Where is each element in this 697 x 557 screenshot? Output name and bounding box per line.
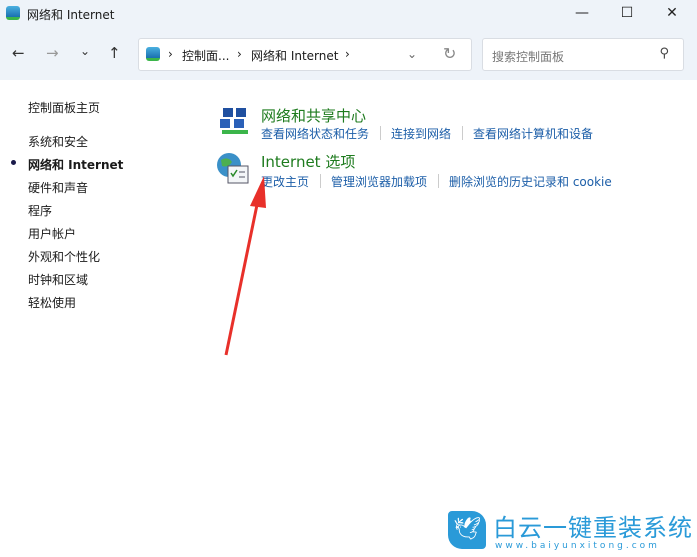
watermark-url: www.baiyunxitong.com (495, 541, 660, 551)
control-panel-icon (146, 47, 160, 61)
sidebar-item-ease-of-access[interactable]: 轻松使用 (28, 294, 76, 311)
sidebar-item-user-accounts[interactable]: 用户帐户 (28, 225, 76, 242)
window-title: 网络和 Internet (27, 8, 115, 22)
breadcrumb-control-panel[interactable]: 控制面... (182, 47, 229, 64)
link-view-network-status[interactable]: 查看网络状态和任务 (261, 125, 369, 142)
sidebar-item-appearance[interactable]: 外观和个性化 (28, 248, 100, 265)
watermark-logo: 🕊 白云一键重装系统 www.baiyunxitong.com (445, 508, 693, 556)
divider (320, 174, 321, 188)
navigation-bar: ← → ⌄ ↑ › 控制面... › 网络和 Internet › ⌄ ↻ 搜索… (0, 28, 697, 80)
internet-options-icon (217, 153, 249, 184)
breadcrumb-separator[interactable]: › (345, 47, 350, 61)
address-bar[interactable]: › 控制面... › 网络和 Internet › ⌄ ↻ (138, 38, 472, 71)
bird-icon: 🕊 (448, 511, 486, 549)
back-button[interactable]: ← (12, 44, 25, 62)
link-manage-addons[interactable]: 管理浏览器加载项 (331, 173, 427, 190)
address-dropdown-button[interactable]: ⌄ (407, 47, 417, 61)
current-indicator (11, 160, 16, 165)
sidebar-item-system-security[interactable]: 系统和安全 (28, 133, 88, 150)
red-arrow-annotation (224, 176, 266, 356)
up-button[interactable]: ↑ (108, 44, 121, 62)
search-box[interactable]: 搜索控制面板 ⚲ (482, 38, 684, 71)
network-icon (220, 108, 248, 134)
link-change-homepage[interactable]: 更改主页 (261, 173, 309, 190)
breadcrumb-separator[interactable]: › (168, 47, 173, 61)
network-app-icon (6, 6, 20, 20)
link-view-network-devices[interactable]: 查看网络计算机和设备 (473, 125, 593, 142)
link-connect-to-network[interactable]: 连接到网络 (391, 125, 451, 142)
sidebar-item-network[interactable]: 网络和 Internet (28, 156, 123, 173)
close-button[interactable]: ✕ (652, 2, 692, 24)
maximize-button[interactable]: ☐ (607, 2, 647, 24)
search-input[interactable]: 搜索控制面板 (492, 48, 564, 65)
internet-options-title[interactable]: Internet 选项 (261, 151, 355, 172)
divider (462, 126, 463, 140)
title-bar: 网络和 Internet — ☐ ✕ (0, 0, 697, 28)
watermark-name: 白云一键重装系统 (493, 514, 693, 542)
divider (438, 174, 439, 188)
sidebar-item-hardware[interactable]: 硬件和声音 (28, 179, 88, 196)
breadcrumb-separator[interactable]: › (237, 47, 242, 61)
sidebar-item-clock-region[interactable]: 时钟和区域 (28, 271, 88, 288)
minimize-button[interactable]: — (562, 2, 602, 24)
refresh-button[interactable]: ↻ (443, 44, 456, 63)
search-icon[interactable]: ⚲ (659, 46, 669, 61)
recent-locations-button[interactable]: ⌄ (80, 44, 90, 58)
breadcrumb-network[interactable]: 网络和 Internet (251, 47, 338, 64)
divider (380, 126, 381, 140)
sidebar-item-home[interactable]: 控制面板主页 (28, 99, 100, 116)
network-sharing-center-title[interactable]: 网络和共享中心 (261, 105, 366, 126)
link-delete-history[interactable]: 删除浏览的历史记录和 cookie (449, 173, 612, 190)
forward-button[interactable]: → (46, 44, 59, 62)
sidebar-item-programs[interactable]: 程序 (28, 202, 52, 219)
